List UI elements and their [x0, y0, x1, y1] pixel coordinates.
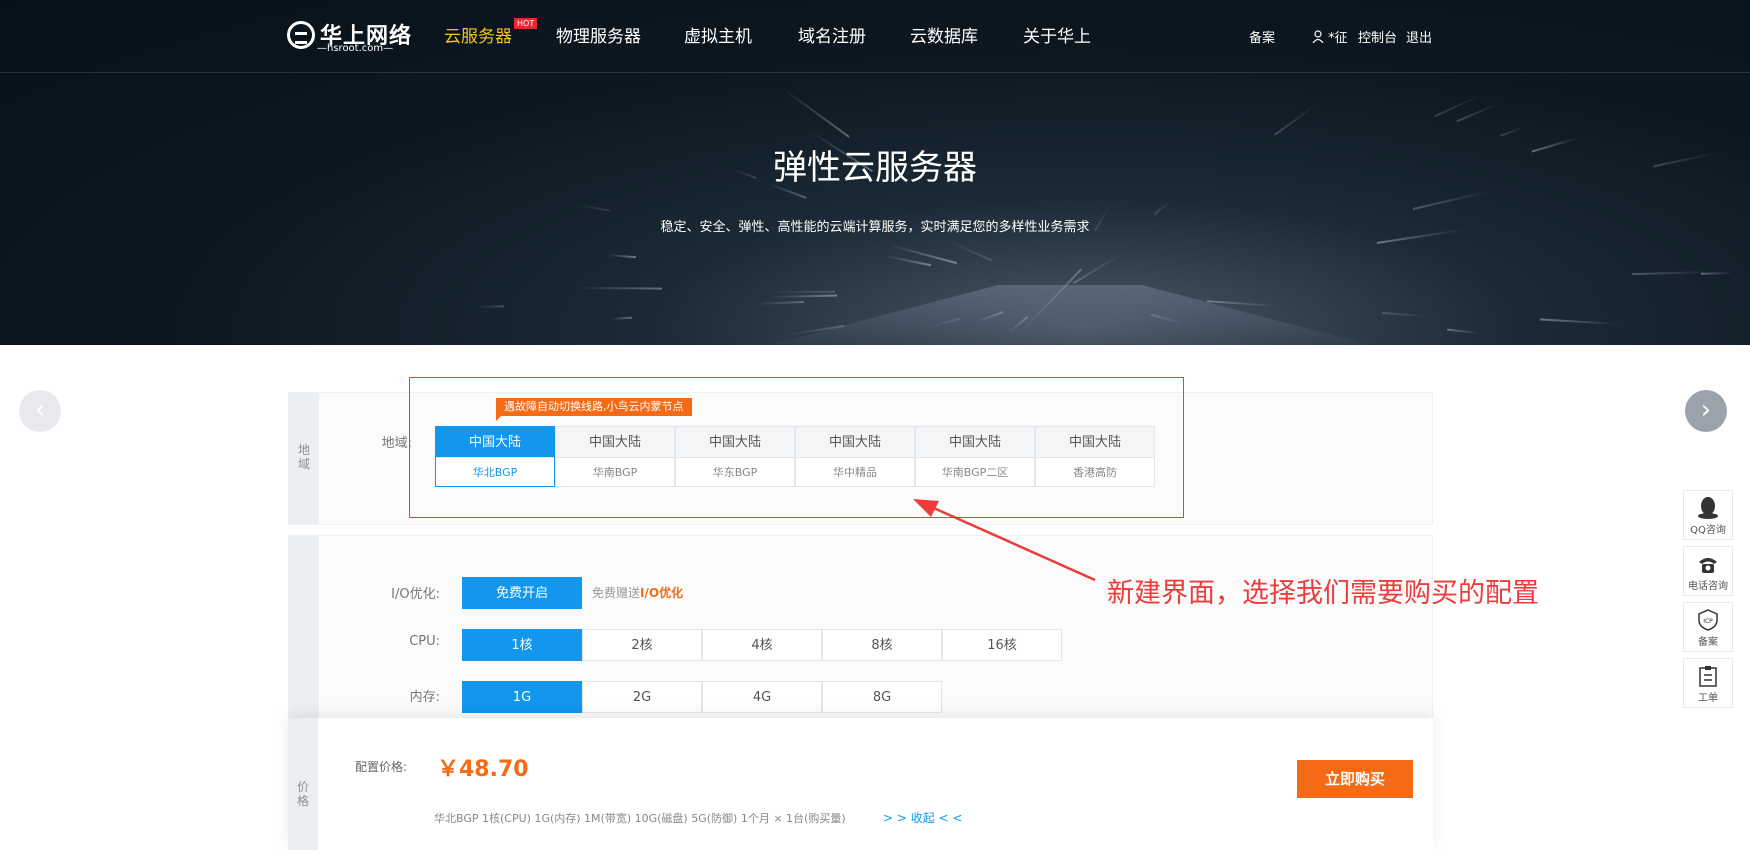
- light-streak: [947, 240, 993, 262]
- cpu-option[interactable]: 4核: [702, 629, 822, 661]
- ticket-button[interactable]: 工单: [1683, 658, 1733, 708]
- logo[interactable]: 华上网络 —hsroot.com—: [287, 18, 411, 54]
- memory-option[interactable]: 8G: [822, 681, 942, 713]
- next-arrow-icon[interactable]: ›: [1685, 390, 1727, 432]
- price-value: ￥48.70: [437, 757, 529, 782]
- cpu-label: CPU:: [409, 634, 440, 649]
- prev-arrow-icon[interactable]: ‹: [19, 390, 61, 432]
- io-enable-button[interactable]: 免费开启: [462, 577, 582, 609]
- phone-consult-button[interactable]: 电话咨询: [1683, 546, 1733, 596]
- price-label: 配置价格:: [355, 760, 408, 774]
- cpu-option[interactable]: 2核: [582, 629, 702, 661]
- light-streak: [1700, 271, 1732, 275]
- annotation-arrow-icon: [913, 499, 1096, 582]
- nav-physical-server[interactable]: 物理服务器: [556, 22, 641, 47]
- side-label-text: 地域: [297, 443, 310, 471]
- light-streak: [1500, 125, 1526, 137]
- light-streak: [1382, 312, 1428, 318]
- nav-about[interactable]: 关于华上: [1023, 22, 1091, 47]
- user-menu[interactable]: *征: [1312, 27, 1348, 46]
- logo-mark-icon: [287, 21, 315, 49]
- region-side-label: 地域: [289, 393, 319, 524]
- light-streak: [768, 290, 836, 294]
- cpu-option[interactable]: 8核: [822, 629, 942, 661]
- light-streak: [1073, 251, 1124, 284]
- cpu-option[interactable]: 16核: [942, 629, 1062, 661]
- light-streak: [476, 305, 505, 308]
- collapse-link[interactable]: > > 收起 < <: [883, 809, 962, 826]
- memory-option[interactable]: 4G: [702, 681, 822, 713]
- price-side-label: 价格: [288, 718, 318, 850]
- light-streak: [1274, 104, 1317, 136]
- logo-domain: —hsroot.com—: [317, 43, 394, 54]
- console-link[interactable]: 控制台: [1358, 27, 1397, 46]
- memory-option[interactable]: 2G: [582, 681, 702, 713]
- light-streak: [885, 254, 932, 267]
- region-label: 地域:: [381, 436, 412, 451]
- nav-virtual-host[interactable]: 虚拟主机: [684, 22, 752, 47]
- light-streak: [580, 286, 663, 290]
- annotation-note: 新建界面，选择我们需要购买的配置: [1107, 578, 1539, 609]
- nav-cloud-db[interactable]: 云数据库: [910, 22, 978, 47]
- light-streak: [611, 316, 632, 321]
- light-streak: [1540, 318, 1619, 326]
- clipboard-icon: [1699, 666, 1717, 687]
- light-streak: [773, 294, 838, 299]
- page-title: 弹性云服务器: [773, 148, 977, 188]
- nav-label: 云服务器: [444, 27, 512, 47]
- light-streak: [607, 253, 637, 258]
- top-navigation: 华上网络 —hsroot.com— 云服务器 HOT 物理服务器 虚拟主机 域名…: [0, 0, 1750, 73]
- side-label-text: 价格: [296, 780, 309, 808]
- light-streak: [1154, 198, 1174, 215]
- svg-text:ICP: ICP: [1703, 618, 1713, 625]
- memory-option[interactable]: 1G: [462, 681, 582, 713]
- config-summary: 华北BGP 1核(CPU) 1G(内存) 1M(带宽) 10G(磁盘) 5G(防…: [434, 812, 846, 825]
- config-side-label: [289, 536, 319, 724]
- page-subtitle: 稳定、安全、弹性、高性能的云端计算服务，实时满足您的多样性业务需求: [660, 220, 1090, 235]
- light-streak: [578, 203, 611, 212]
- beian-tool-button[interactable]: ICP 备案: [1683, 602, 1733, 652]
- light-streak: [1412, 190, 1492, 211]
- user-icon: [1312, 30, 1324, 44]
- cpu-option[interactable]: 1核: [462, 629, 582, 661]
- io-note: 免费赠送I/O优化: [592, 586, 684, 600]
- phone-icon: [1699, 558, 1717, 573]
- light-streak: [1446, 329, 1480, 335]
- hero-banner: 华上网络 —hsroot.com— 云服务器 HOT 物理服务器 虚拟主机 域名…: [0, 0, 1750, 345]
- light-streak: [755, 301, 804, 306]
- price-bar: 价格 配置价格: ￥48.70 华北BGP 1核(CPU) 1G(内存) 1M(…: [288, 718, 1433, 850]
- memory-label: 内存:: [409, 690, 440, 705]
- buy-now-button[interactable]: 立即购买: [1297, 760, 1413, 798]
- beian-link[interactable]: 备案: [1249, 27, 1275, 46]
- qq-consult-button[interactable]: QQ咨询: [1683, 490, 1733, 540]
- nav-cloud-server[interactable]: 云服务器 HOT: [444, 18, 538, 47]
- hot-badge: HOT: [514, 18, 538, 29]
- light-streak: [781, 87, 851, 139]
- light-streak: [1632, 271, 1711, 276]
- io-label: I/O优化:: [391, 587, 440, 602]
- nav-domain[interactable]: 域名注册: [798, 22, 866, 47]
- logout-link[interactable]: 退出: [1406, 27, 1432, 46]
- icp-icon: ICP: [1698, 609, 1718, 631]
- qq-icon: [1698, 497, 1718, 519]
- user-name: *征: [1328, 31, 1348, 46]
- light-streak: [888, 244, 957, 265]
- hero-road-graphic: [770, 285, 1370, 345]
